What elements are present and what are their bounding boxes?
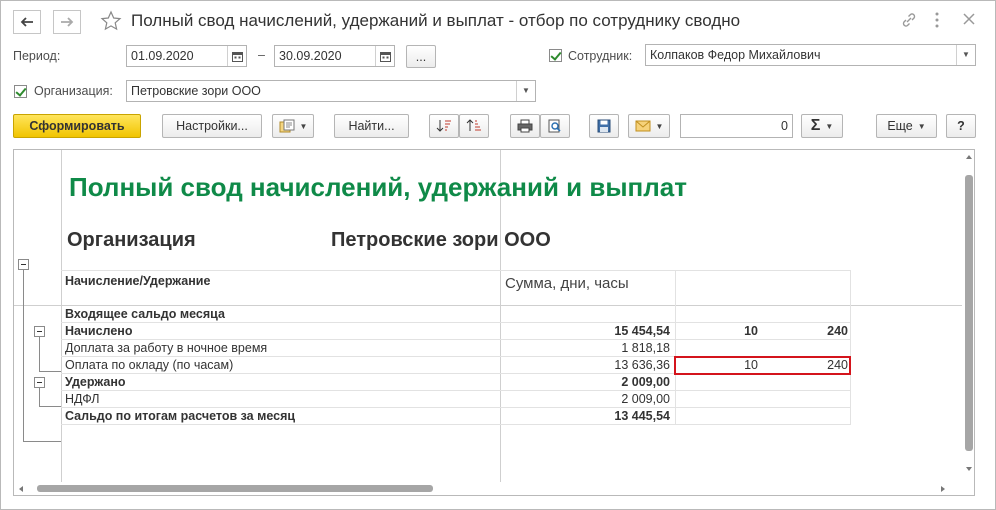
period-label: Период:: [13, 49, 61, 63]
preview-icon: [548, 119, 561, 133]
print-button[interactable]: [510, 114, 540, 138]
row-sum: 13 445,54: [614, 409, 670, 423]
chevron-down-icon: ▼: [655, 121, 664, 131]
row-sum: 1 818,18: [621, 341, 670, 355]
settings-button[interactable]: Настройки...: [162, 114, 262, 138]
favorite-star-icon[interactable]: [100, 10, 122, 35]
row-sum: 2 009,00: [621, 392, 670, 406]
variant-icon: [279, 119, 295, 133]
row-days: 10: [744, 324, 758, 338]
col-days-border: [675, 270, 676, 424]
window-title: Полный свод начислений, удержаний и выпл…: [131, 11, 741, 30]
more-label: Еще: [887, 119, 913, 133]
sort-descending-button[interactable]: [429, 114, 459, 138]
help-button[interactable]: ?: [946, 114, 976, 138]
period-select-button[interactable]: ...: [406, 45, 436, 68]
header-values: Сумма, дни, часы: [505, 275, 629, 292]
print-preview-button[interactable]: [540, 114, 570, 138]
row-label: НДФЛ: [65, 392, 100, 406]
row-line: [61, 424, 851, 425]
employee-value: Колпаков Федор Михайлович: [650, 48, 821, 62]
sort-desc-icon: [436, 120, 451, 132]
organization-label: Организация:: [34, 84, 113, 98]
organization-field[interactable]: Петровские зори ООО ▼: [126, 80, 536, 102]
row-hours: 240: [827, 324, 848, 338]
row-sum: 15 454,54: [614, 324, 670, 338]
tree-line: [39, 388, 40, 406]
chevron-down-icon: ▼: [917, 121, 926, 131]
find-button[interactable]: Найти...: [334, 114, 409, 138]
vertical-scrollbar[interactable]: [964, 151, 974, 480]
calendar-icon[interactable]: [375, 46, 394, 66]
employee-label: Сотрудник:: [568, 49, 633, 63]
report-variant-button[interactable]: ▼: [272, 114, 314, 138]
tree-column-border: [61, 150, 62, 482]
date-to-field[interactable]: 30.09.2020: [274, 45, 395, 67]
sort-asc-icon: [466, 119, 481, 131]
save-icon: [597, 119, 611, 133]
dropdown-icon[interactable]: ▼: [516, 81, 535, 101]
date-to-value: 30.09.2020: [279, 49, 342, 63]
employee-field[interactable]: Колпаков Федор Михайлович ▼: [645, 44, 976, 66]
calendar-icon[interactable]: [227, 46, 246, 66]
tree-line: [39, 337, 40, 371]
collapse-withheld-toggle[interactable]: [34, 377, 45, 388]
row-label: Входящее сальдо месяца: [65, 307, 225, 321]
period-dash: –: [258, 48, 265, 62]
header-item: Начисление/Удержание: [65, 274, 211, 288]
forward-button[interactable]: [53, 10, 81, 34]
row-label: Доплата за работу в ночное время: [65, 341, 268, 355]
tree-line: [23, 270, 24, 442]
col-hours-border: [850, 270, 851, 424]
dropdown-icon[interactable]: ▼: [956, 45, 975, 65]
row-sum: 13 636,36: [614, 358, 670, 372]
sum-button[interactable]: Σ ▼: [801, 114, 843, 138]
report-title: Полный свод начислений, удержаний и выпл…: [69, 172, 687, 202]
back-button[interactable]: [13, 10, 41, 34]
row-label: Начислено: [65, 324, 133, 338]
tree-line: [23, 441, 61, 442]
row-line: [61, 390, 851, 391]
more-button[interactable]: Еще ▼: [876, 114, 937, 138]
header-divider: [14, 305, 962, 306]
row-sum: 2 009,00: [621, 375, 670, 389]
row-line: [61, 339, 851, 340]
organization-value: Петровские зори ООО: [131, 84, 261, 98]
collapse-group-toggle[interactable]: [18, 259, 29, 270]
row-line: [61, 322, 851, 323]
generate-button[interactable]: Сформировать: [13, 114, 141, 138]
send-mail-button[interactable]: ▼: [628, 114, 670, 138]
close-icon[interactable]: [963, 13, 975, 28]
tree-line: [39, 406, 61, 407]
row-line: [61, 407, 851, 408]
report-org-value: Петровские зори ООО: [331, 229, 551, 251]
selected-cell-range[interactable]: [674, 356, 851, 375]
collapse-accrued-toggle[interactable]: [34, 326, 45, 337]
date-from-field[interactable]: 01.09.2020: [126, 45, 247, 67]
employee-checkbox[interactable]: [549, 49, 562, 62]
organization-checkbox[interactable]: [14, 85, 27, 98]
row-label: Удержано: [65, 375, 126, 389]
chevron-down-icon: ▼: [825, 121, 834, 131]
back-arrow-icon: [20, 17, 33, 27]
sum-value-field[interactable]: 0: [680, 114, 793, 138]
save-button[interactable]: [589, 114, 619, 138]
horizontal-scrollbar[interactable]: [15, 483, 963, 495]
sort-ascending-button[interactable]: [459, 114, 489, 138]
row-label: Сальдо по итогам расчетов за месяц: [65, 409, 296, 423]
row-label: Оплата по окладу (по часам): [65, 358, 234, 372]
kebab-menu-icon[interactable]: [934, 12, 940, 31]
report-org-label: Организация: [67, 229, 196, 251]
link-icon[interactable]: [901, 12, 917, 31]
tree-line: [39, 371, 61, 372]
sum-icon: Σ: [810, 117, 821, 134]
chevron-down-icon: ▼: [299, 121, 308, 131]
print-icon: [517, 119, 533, 133]
forward-arrow-icon: [61, 17, 74, 27]
header-top-line: [61, 270, 851, 271]
date-from-value: 01.09.2020: [131, 49, 194, 63]
report-document[interactable]: Полный свод начислений, удержаний и выпл…: [13, 149, 975, 496]
mail-icon: [635, 120, 651, 132]
